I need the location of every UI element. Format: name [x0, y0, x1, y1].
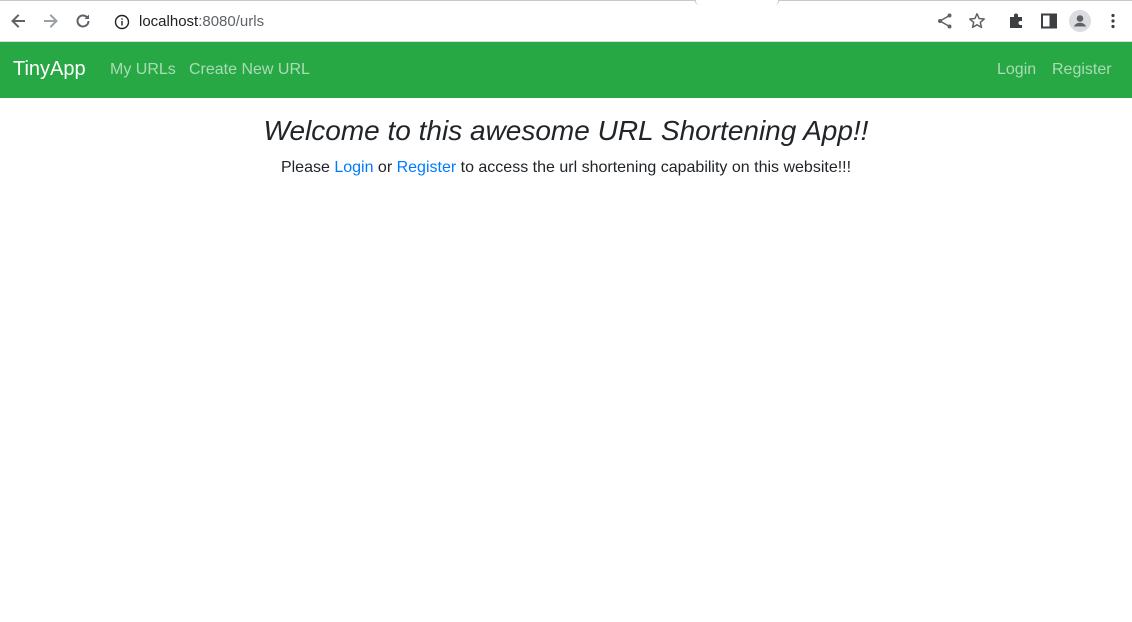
nav-my-urls[interactable]: My URLs [110, 61, 176, 79]
share-icon [938, 13, 952, 29]
brand-link[interactable]: TinyApp [13, 58, 86, 81]
arrow-right-icon [44, 14, 58, 28]
url-path: :8080/urls [198, 13, 265, 30]
url-text[interactable]: localhost:8080/urls [139, 13, 264, 30]
info-icon[interactable] [114, 14, 130, 30]
bookmark-button[interactable] [965, 9, 989, 33]
prompt-text-middle: or [373, 159, 397, 176]
url-host: localhost [139, 13, 199, 30]
main-content: Welcome to this awesome URL Shortening A… [0, 98, 1132, 179]
prompt-login-link[interactable]: Login [334, 159, 373, 176]
address-bar[interactable]: localhost:8080/urls [106, 6, 994, 38]
prompt-text-after: to access the url shortening capability … [456, 159, 852, 176]
welcome-heading: Welcome to this awesome URL Shortening A… [263, 115, 869, 146]
puzzle-icon [1010, 13, 1022, 28]
nav-create-new-url[interactable]: Create New URL [189, 61, 310, 79]
share-button[interactable] [933, 9, 957, 33]
login-prompt: Please Login or Register to access the u… [0, 157, 1132, 179]
side-panel-button[interactable] [1037, 9, 1061, 33]
side-panel-icon [1041, 13, 1057, 29]
prompt-text-before: Please [280, 159, 335, 176]
extensions-button[interactable] [1005, 9, 1029, 33]
kebab-menu-icon [1111, 13, 1115, 29]
browser-menu-button[interactable] [1101, 9, 1125, 33]
arrow-left-icon [11, 14, 25, 28]
reload-icon [76, 14, 90, 28]
app-navbar: TinyApp My URLs Create New URL Login Reg… [0, 42, 1132, 98]
profile-icon [1069, 10, 1091, 32]
reload-button[interactable] [71, 9, 95, 33]
nav-login[interactable]: Login [997, 61, 1036, 79]
prompt-register-link[interactable]: Register [397, 159, 457, 176]
browser-toolbar: localhost:8080/urls [0, 0, 1132, 42]
forward-button[interactable] [39, 9, 63, 33]
back-button[interactable] [6, 9, 30, 33]
star-icon [969, 13, 985, 29]
active-tab-edge [695, 0, 779, 5]
nav-register[interactable]: Register [1052, 61, 1112, 79]
profile-button[interactable] [1068, 9, 1092, 33]
